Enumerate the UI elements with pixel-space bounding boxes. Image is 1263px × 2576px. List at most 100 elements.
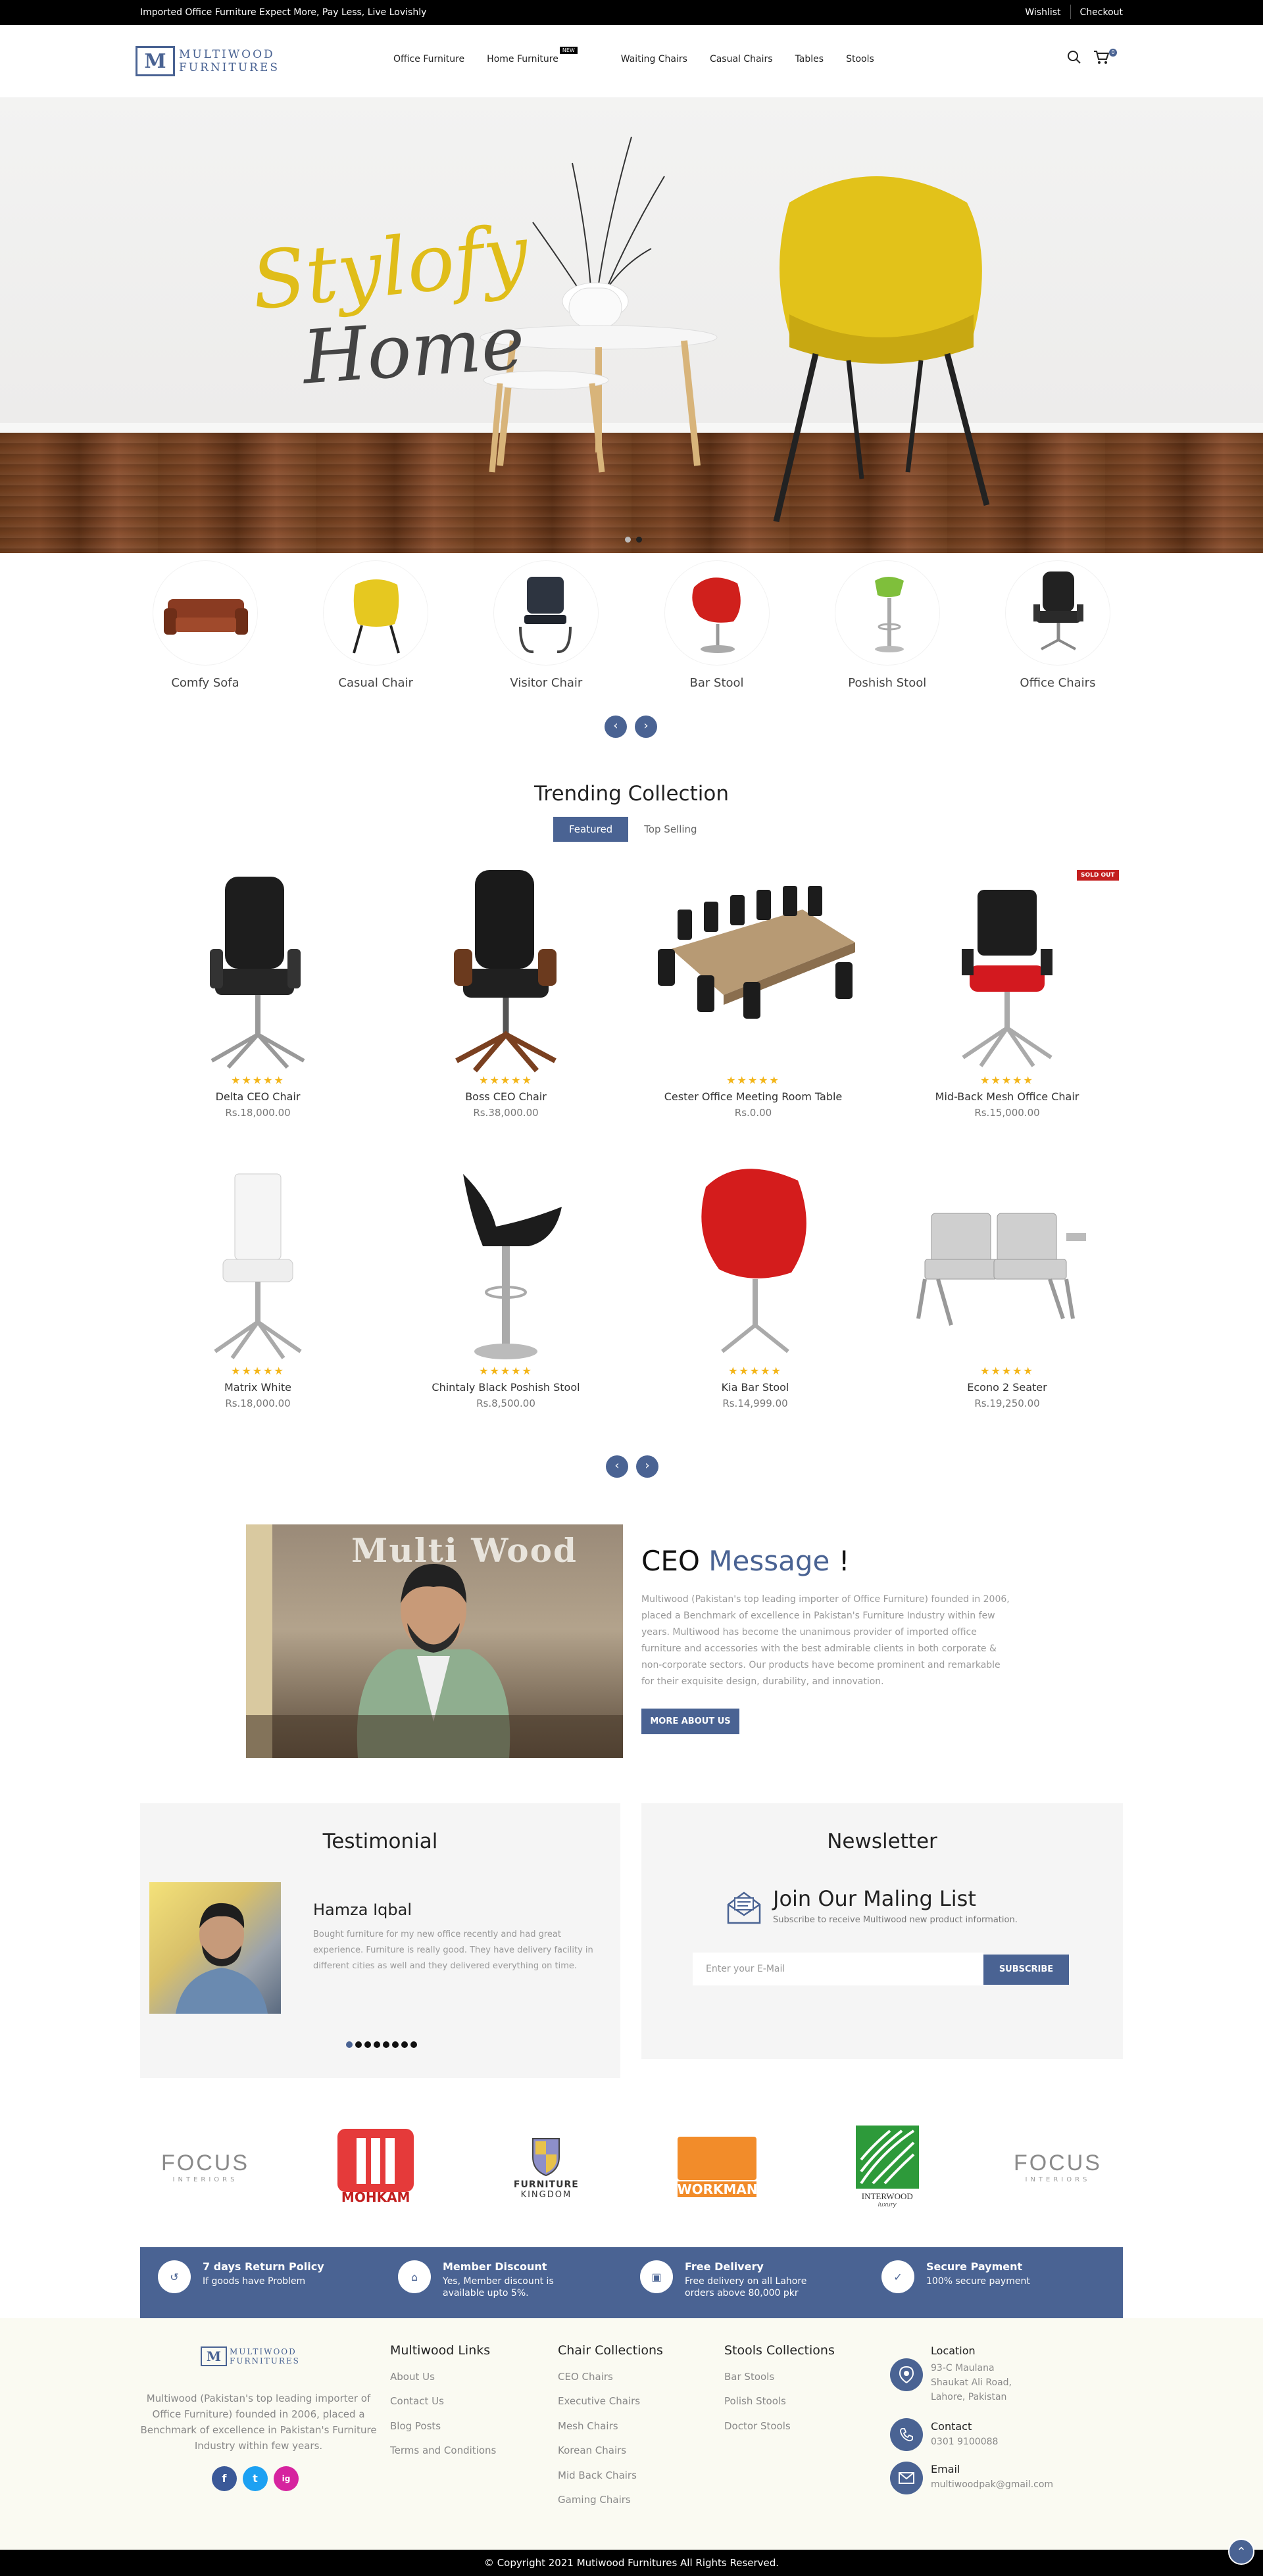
nav-home-furniture[interactable]: Home FurnitureNEW (487, 47, 599, 64)
checkout-link[interactable]: Checkout (1080, 7, 1124, 19)
nav-stools[interactable]: Stools (846, 54, 874, 64)
footer-link-mesh-chairs[interactable]: Mesh Chairs (558, 2420, 618, 2432)
footer-link-bar-stools[interactable]: Bar Stools (724, 2371, 774, 2383)
footer-link-doctor-stools[interactable]: Doctor Stools (724, 2420, 791, 2432)
nav-casual-chairs[interactable]: Casual Chairs (710, 54, 773, 64)
footer-link-korean-chairs[interactable]: Korean Chairs (558, 2444, 626, 2456)
wishlist-link[interactable]: Wishlist (1025, 7, 1060, 19)
category-image-office-chair (1004, 560, 1110, 666)
product-name[interactable]: Econo 2 Seater (899, 1381, 1116, 1394)
footer-link-contact[interactable]: Contact Us (390, 2395, 444, 2407)
testimonial-dot[interactable] (401, 2041, 408, 2048)
delivery-icon: ▣ (640, 2260, 673, 2293)
brand-subtext: INTERIORS (1025, 2176, 1091, 2183)
category-item[interactable]: Poshish Stool (822, 560, 953, 698)
product-name[interactable]: Matrix White (149, 1381, 366, 1394)
tab-top-selling[interactable]: Top Selling (628, 817, 712, 842)
product-rating: ★★★★★ (231, 1074, 285, 1086)
product-card[interactable]: ★★★★★ Boss CEO Chair Rs.38,000.00 (397, 870, 614, 1119)
category-item[interactable]: Office Chairs (992, 560, 1124, 698)
category-next-button[interactable]: › (635, 716, 657, 738)
product-card[interactable]: ★★★★★ Kia Bar Stool Rs.14,999.00 (647, 1161, 864, 1409)
footer-logo[interactable]: M MULTIWOOD FURNITURES (201, 2346, 300, 2366)
brand-furniture-kingdom-logo[interactable]: FURNITURE KINGDOM (480, 2124, 612, 2210)
site-logo[interactable]: M MULTIWOOD FURNITURES (136, 46, 280, 76)
search-icon[interactable] (1067, 50, 1081, 67)
slider-dot[interactable] (625, 537, 631, 543)
twitter-icon[interactable]: t (243, 2466, 268, 2491)
product-name[interactable]: Mid-Back Mesh Office Chair (899, 1090, 1116, 1103)
category-image-poshish-stool (834, 560, 940, 666)
hero-banner[interactable]: Stylofy Home (0, 97, 1263, 553)
product-name[interactable]: Chintaly Black Poshish Stool (397, 1381, 614, 1394)
facebook-icon[interactable]: f (212, 2466, 237, 2491)
hero-script-home: Home (299, 300, 528, 401)
trending-next-button[interactable]: › (636, 1455, 658, 1478)
instagram-icon[interactable]: ig (274, 2466, 299, 2491)
footer-link-gaming-chairs[interactable]: Gaming Chairs (558, 2494, 631, 2506)
footer-link-executive-chairs[interactable]: Executive Chairs (558, 2395, 640, 2407)
logo-line1: MULTIWOOD (179, 48, 275, 61)
trending-prev-button[interactable]: ‹ (606, 1455, 628, 1478)
category-item[interactable]: Bar Stool (651, 560, 783, 698)
product-image (397, 1161, 614, 1365)
product-price: Rs.0.00 (734, 1107, 772, 1119)
brand-mohkam-logo[interactable]: MOHKAM (310, 2124, 441, 2210)
nav-office-furniture[interactable]: Office Furniture (393, 54, 464, 64)
product-card[interactable]: ★★★★★ Mid-Back Mesh Office Chair Rs.15,0… (899, 870, 1116, 1119)
category-label: Bar Stool (689, 676, 744, 690)
product-name[interactable]: Boss CEO Chair (397, 1090, 614, 1103)
brand-focus-interiors-logo[interactable]: FOCUS INTERIORS (992, 2124, 1124, 2210)
cart-icon[interactable] (1093, 50, 1110, 67)
testimonial-dot[interactable] (364, 2041, 371, 2048)
testimonial-name: Hamza Iqbal (313, 1901, 412, 1919)
more-about-us-button[interactable]: MORE ABOUT US (641, 1709, 739, 1734)
testimonial-dots (346, 2041, 417, 2048)
footer-link-blog[interactable]: Blog Posts (390, 2420, 441, 2432)
testimonial-dot[interactable] (355, 2041, 362, 2048)
product-card[interactable]: ★★★★★ Cester Office Meeting Room Table R… (632, 870, 875, 1119)
category-item[interactable]: Casual Chair (310, 560, 441, 698)
contact-email[interactable]: multiwoodpak@gmail.com (931, 2479, 1053, 2490)
brand-workman-logo[interactable]: WORKMAN (651, 2124, 783, 2210)
product-card[interactable]: ★★★★★ Chintaly Black Poshish Stool Rs.8,… (397, 1161, 614, 1409)
subscribe-button[interactable]: SUBSCRIBE (983, 1955, 1069, 1985)
back-to-top-button[interactable]: ⌃ (1228, 2539, 1254, 2565)
nav-tables[interactable]: Tables (795, 54, 824, 64)
footer-link-terms[interactable]: Terms and Conditions (390, 2444, 496, 2456)
brand-text: FURNITURE (513, 2179, 579, 2190)
footer-logo-mark: M (201, 2346, 227, 2366)
brand-interwood-logo[interactable]: INTERWOOD luxury (822, 2124, 953, 2210)
product-card[interactable]: ★★★★★ Econo 2 Seater Rs.19,250.00 (899, 1161, 1116, 1409)
shield-icon: ✓ (881, 2260, 914, 2293)
contact-phone[interactable]: 0301 9100088 (931, 2437, 998, 2447)
category-prev-button[interactable]: ‹ (605, 716, 627, 738)
category-image-casual-chair (323, 560, 429, 666)
testimonial-dot[interactable] (410, 2041, 417, 2048)
footer-link-ceo-chairs[interactable]: CEO Chairs (558, 2371, 613, 2383)
category-item[interactable]: Visitor Chair (480, 560, 612, 698)
mail-icon (726, 1890, 762, 1928)
product-name[interactable]: Delta CEO Chair (149, 1090, 366, 1103)
newsletter-email-input[interactable]: Enter your E-Mail (693, 1953, 983, 1985)
feature-text: Free delivery on all Lahore orders above… (685, 2276, 807, 2298)
slider-dot-active[interactable] (636, 537, 642, 543)
nav-waiting-chairs[interactable]: Waiting Chairs (621, 54, 687, 64)
top-bar: Imported Office Furniture Expect More, P… (0, 0, 1263, 25)
footer-link-mid-back-chairs[interactable]: Mid Back Chairs (558, 2469, 637, 2481)
footer-link-about[interactable]: About Us (390, 2371, 435, 2383)
feature-secure-payment: ✓ Secure Payment 100% secure payment (881, 2260, 1030, 2293)
tab-featured[interactable]: Featured (553, 817, 629, 842)
brand-focus-interiors-logo[interactable]: FOCUS INTERIORS (139, 2124, 271, 2210)
footer-chairs-heading: Chair Collections (558, 2343, 663, 2358)
category-item[interactable]: Comfy Sofa (139, 560, 271, 698)
product-card[interactable]: ★★★★★ Matrix White Rs.18,000.00 (149, 1161, 366, 1409)
testimonial-dot[interactable] (374, 2041, 380, 2048)
product-card[interactable]: ★★★★★ Delta CEO Chair Rs.18,000.00 (149, 870, 366, 1119)
product-name[interactable]: Cester Office Meeting Room Table (632, 1090, 875, 1103)
footer-link-polish-stools[interactable]: Polish Stools (724, 2395, 786, 2407)
testimonial-dot[interactable] (392, 2041, 399, 2048)
testimonial-dot[interactable] (383, 2041, 389, 2048)
product-name[interactable]: Kia Bar Stool (647, 1381, 864, 1394)
testimonial-dot-active[interactable] (346, 2041, 353, 2048)
